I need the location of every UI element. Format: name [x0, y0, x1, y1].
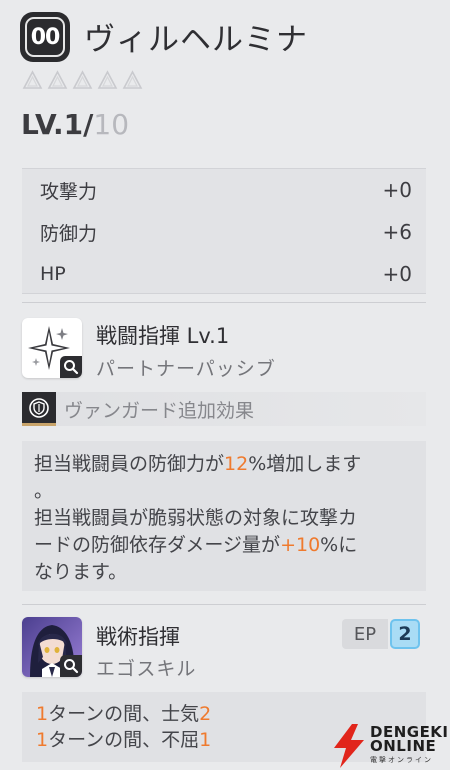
stat-row-hp: HP +0: [22, 253, 426, 295]
partner-detail-panel: 00 ヴィルヘルミナ LV.1/10 攻撃力 +0 防御力 +6 HP +0 戦…: [0, 0, 450, 770]
star-empty-icon: [72, 70, 93, 90]
star-rating: [22, 70, 143, 90]
stat-value: +0: [382, 178, 412, 202]
level-current: LV.1/: [21, 108, 94, 141]
desc-line: 担当戦闘員が脆弱状態の対象に攻撃カ: [34, 507, 358, 529]
vanguard-bonus-bar: ヴァンガード追加効果: [22, 392, 426, 426]
skill-description: 担当戦闘員の防御力が12%増加します 。 担当戦闘員が脆弱状態の対象に攻撃カ ー…: [22, 441, 426, 591]
stat-label: 攻撃力: [40, 180, 98, 203]
skill-title: 戦闘指揮 Lv.1: [96, 324, 230, 348]
stat-row-defense: 防御力 +6: [22, 211, 426, 253]
stat-label: HP: [40, 263, 66, 285]
lightning-logo-icon: [334, 724, 364, 768]
ep-cost: EP 2: [342, 619, 420, 649]
rank-badge-label: 00: [25, 17, 65, 57]
magnifier-icon: [60, 655, 82, 677]
desc-highlight: 1: [36, 703, 49, 725]
ego-skill-subtitle: エゴスキル: [96, 658, 197, 680]
magnifier-icon: [60, 356, 82, 378]
desc-text: ードの防御依存ダメージ量が: [34, 534, 281, 556]
rank-badge: 00: [20, 12, 70, 62]
desc-line: 担当戦闘員の防御力が12%増加します: [34, 451, 412, 478]
star-empty-icon: [22, 70, 43, 90]
desc-text: ターンの間、不屈: [48, 729, 200, 751]
desc-highlight: +10: [280, 534, 321, 556]
character-name: ヴィルヘルミナ: [84, 22, 308, 58]
desc-text: ターンの間、士気: [48, 703, 200, 725]
divider: [22, 604, 426, 605]
ego-skill-icon-button[interactable]: [22, 617, 82, 677]
desc-highlight: 1: [36, 729, 49, 751]
ego-skill-title: 戦術指揮: [96, 625, 180, 649]
watermark-line2: ONLINE: [370, 737, 437, 755]
dengeki-online-watermark: DENGEKI ONLINE 電撃オンライン: [332, 724, 449, 768]
desc-highlight: 1: [199, 729, 212, 751]
desc-highlight: 2: [199, 703, 212, 725]
shield-icon: [22, 392, 56, 426]
stat-value: +0: [382, 262, 412, 286]
desc-highlight: 12: [224, 453, 249, 475]
vanguard-label: ヴァンガード追加効果: [64, 399, 255, 422]
star-empty-icon: [97, 70, 118, 90]
desc-line: ードの防御依存ダメージ量が+10%に: [34, 532, 412, 559]
stat-row-attack: 攻撃力 +0: [22, 169, 426, 211]
divider: [22, 302, 426, 303]
ep-label: EP: [342, 619, 388, 649]
skill-icon-button[interactable]: [22, 318, 82, 378]
stats-table: 攻撃力 +0 防御力 +6 HP +0: [22, 168, 426, 294]
desc-line: なります。: [34, 561, 128, 583]
watermark-text: DENGEKI ONLINE 電撃オンライン: [370, 725, 449, 767]
stat-value: +6: [382, 220, 412, 244]
star-empty-icon: [47, 70, 68, 90]
stat-label: 防御力: [40, 222, 98, 245]
desc-text: 担当戦闘員の防御力が: [34, 453, 225, 475]
desc-line: 。: [34, 480, 54, 502]
level-max: 10: [93, 108, 130, 141]
star-empty-icon: [122, 70, 143, 90]
ep-value: 2: [390, 619, 420, 649]
skill-subtitle: パートナーパッシブ: [96, 358, 276, 380]
watermark-line3: 電撃オンライン: [370, 756, 433, 764]
desc-text: %に: [320, 534, 358, 556]
level-display: LV.1/10: [21, 108, 129, 141]
desc-text: %増加します: [248, 453, 362, 475]
